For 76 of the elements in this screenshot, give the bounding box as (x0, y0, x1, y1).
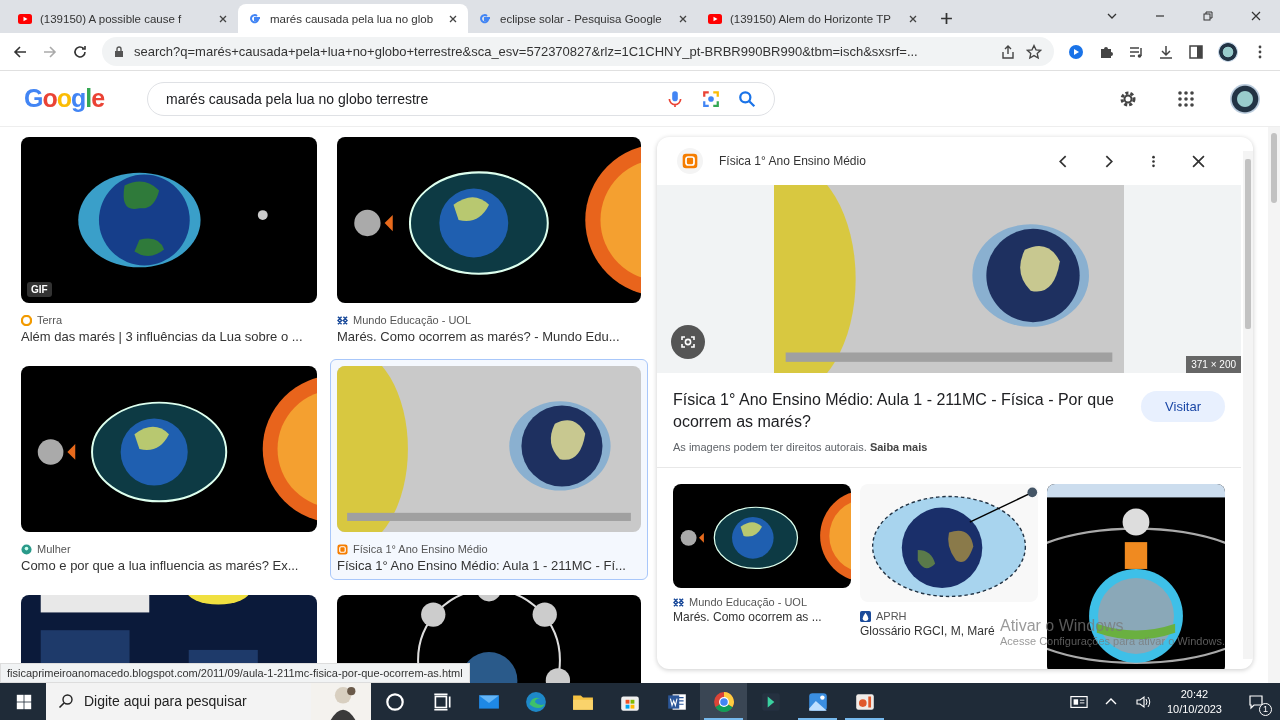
video-icon (708, 11, 722, 26)
close-icon[interactable] (1192, 154, 1205, 168)
photos-icon[interactable] (806, 690, 829, 713)
editor-icon[interactable] (759, 690, 782, 713)
lens-icon (680, 334, 696, 350)
video-icon (18, 11, 32, 26)
result-title[interactable]: Marés. Como ocorrem as marés? - Mundo Edu... (337, 329, 620, 344)
side-panel-icon[interactable] (1188, 43, 1204, 60)
address-bar[interactable]: search?q=marés+causada+pela+lua+no+globo+terrestre&sca_esv=572370827&rlz=1C1CHNY_pt-BRBR990BR990&tbm=isch&sxsrf=... (102, 37, 1054, 66)
source-name: Mundo Educação - UOL (353, 314, 471, 326)
result-title[interactable]: Glossário RGCI, M, Maré (860, 624, 995, 638)
search-input[interactable]: Digite aqui para pesquisar (84, 689, 304, 713)
browser-tab[interactable]: (139150) Alem do Horizonte TP (698, 4, 928, 33)
close-icon[interactable] (678, 13, 688, 24)
new-tab-icon[interactable] (940, 12, 953, 25)
profile-avatar[interactable] (1230, 83, 1260, 114)
google-icon (248, 11, 262, 26)
star-icon[interactable] (1026, 43, 1042, 60)
source-name: Física 1° Ano Ensino Médio (353, 543, 488, 555)
source-name: Mundo Educação - UOL (689, 596, 807, 608)
back-icon[interactable] (12, 43, 28, 60)
result-title[interactable]: Física 1° Ano Ensino Médio: Aula 1 - 211MC - Fí... (337, 558, 626, 573)
google-logo[interactable]: Google (24, 84, 134, 113)
download-icon[interactable] (1158, 43, 1174, 60)
source-icon (337, 314, 348, 326)
cortana-icon[interactable] (383, 690, 406, 713)
lens-button[interactable] (671, 325, 705, 359)
apps-icon[interactable] (1176, 88, 1196, 109)
close-icon[interactable] (1250, 10, 1262, 22)
scrollbar-thumb[interactable] (1245, 159, 1251, 329)
close-icon[interactable] (218, 13, 228, 24)
source-icon (21, 314, 32, 326)
source-name: APRH (876, 610, 907, 622)
clock[interactable]: 20:42 10/10/2023 (1166, 686, 1222, 717)
notification-icon[interactable] (1247, 693, 1265, 710)
source-icon (21, 543, 32, 555)
browser-tab[interactable]: marés causada pela lua no glob (238, 4, 468, 33)
lens-icon[interactable] (702, 89, 720, 108)
browser-tab[interactable]: eclipse solar - Pesquisa Google (468, 4, 698, 33)
volume-icon[interactable] (1133, 693, 1152, 710)
result-title[interactable]: Além das marés | 3 influências da Lua sobre o ... (21, 329, 303, 344)
scrollbar-thumb[interactable] (1271, 133, 1277, 203)
source-icon (682, 153, 698, 169)
source-name: Terra (37, 314, 63, 326)
result-title[interactable]: Física 1° Ano Ensino Médio: Aula 1 - 211MC - Física - Por que ocorrem as marés? (673, 389, 1126, 433)
source-icon (337, 543, 348, 555)
gif-label: GIF (27, 282, 52, 297)
source-name: Física 1° Ano Ensino Médio (719, 154, 866, 168)
chrome-icon[interactable] (712, 690, 735, 713)
visit-button[interactable]: Visitar (1141, 391, 1225, 422)
close-icon[interactable] (448, 13, 458, 24)
start-icon[interactable] (16, 693, 32, 710)
edge-icon[interactable] (524, 690, 547, 713)
notification-count: 1 (1259, 702, 1272, 716)
close-icon[interactable] (908, 13, 918, 24)
share-icon[interactable] (1000, 43, 1016, 60)
restore-icon[interactable] (1202, 10, 1214, 22)
extension-icon[interactable] (1068, 43, 1084, 60)
microphone-icon[interactable] (666, 89, 684, 108)
reload-icon[interactable] (72, 43, 88, 60)
result-title[interactable]: Como e por que a lua influencia as marés? Ex... (21, 558, 299, 573)
source-icon (673, 596, 684, 608)
taskbar-button[interactable] (700, 683, 747, 720)
source-icon (860, 610, 871, 622)
copyright-notice: As imagens podem ter direitos autorais. Saiba mais (672, 440, 929, 453)
image-size-label: 371 × 200 (1186, 356, 1241, 373)
search-icon (58, 693, 74, 709)
profile-avatar[interactable] (1218, 41, 1238, 62)
search-icon[interactable] (738, 89, 756, 108)
source-name: Mulher (37, 543, 71, 555)
news-icon[interactable] (1069, 693, 1088, 710)
image-result[interactable]: Física 1° Ano Ensino Médio Física 1° Ano Ensino Médio: Aula 1 - 211MC - Fí... (330, 359, 648, 580)
google-icon (478, 11, 492, 26)
browser-tab[interactable]: (139150) A possible cause f (8, 4, 238, 33)
result-title[interactable]: Marés. Como ocorrem as ... (673, 610, 822, 624)
lock-icon (114, 45, 124, 58)
